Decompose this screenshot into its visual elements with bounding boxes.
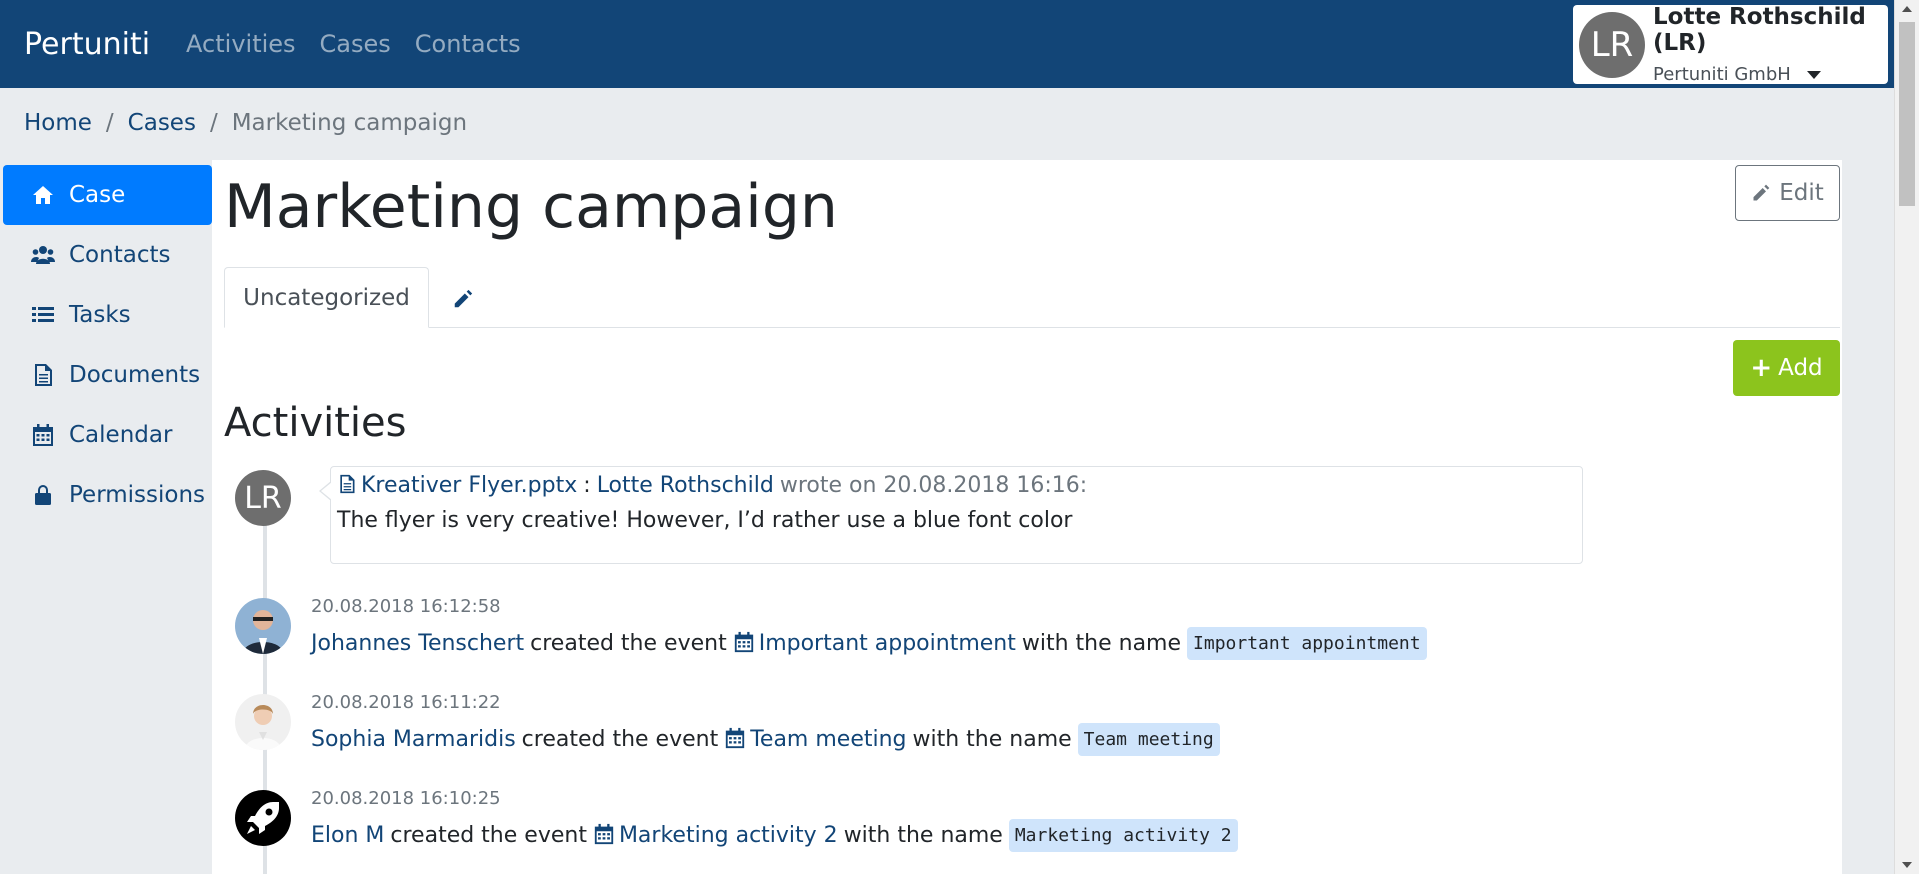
- nav-contacts[interactable]: Contacts: [415, 30, 521, 58]
- event-with-name: with the name: [1021, 631, 1182, 656]
- scroll-up-arrow-icon[interactable]: [1902, 6, 1912, 12]
- breadcrumb-home[interactable]: Home: [24, 110, 92, 136]
- comment-card: Kreativer Flyer.pptx : Lotte Rothschild …: [319, 466, 1583, 564]
- avatar: LR: [235, 470, 291, 526]
- sidebar-item-permissions[interactable]: Permissions: [3, 465, 212, 525]
- user-org: Pertuniti GmbH: [1653, 64, 1791, 85]
- sidebar-item-label: Case: [69, 182, 126, 208]
- sidebar-item-calendar[interactable]: Calendar: [3, 405, 212, 465]
- timeline-event: 20.08.2018 16:11:22 Sophia Marmaridis cr…: [311, 692, 1220, 756]
- event-link[interactable]: Important appointment: [759, 631, 1016, 656]
- avatar: [235, 694, 291, 750]
- event-with-name: with the name: [912, 727, 1072, 752]
- event-line: Johannes Tenschert created the event Imp…: [311, 627, 1427, 660]
- breadcrumb-separator: /: [209, 110, 218, 136]
- document-icon: [337, 473, 361, 498]
- timeline-event: 20.08.2018 16:12:58 Johannes Tenschert c…: [311, 596, 1427, 660]
- avatar: [235, 598, 291, 654]
- sidebar-item-tasks[interactable]: Tasks: [3, 285, 212, 345]
- tab-uncategorized[interactable]: Uncategorized: [224, 267, 429, 328]
- author-link[interactable]: Lotte Rothschild: [597, 473, 774, 498]
- event-line: Sophia Marmaridis created the event Team…: [311, 723, 1220, 756]
- event-name-tag: Team meeting: [1077, 723, 1220, 756]
- tab-bar: [224, 327, 1840, 328]
- sidebar-item-label: Tasks: [69, 302, 131, 328]
- user-name: Lotte Rothschild (LR): [1653, 4, 1866, 56]
- sidebar-item-label: Contacts: [69, 242, 171, 268]
- edit-button-label: Edit: [1779, 180, 1824, 206]
- event-action: created the event: [530, 631, 727, 656]
- page-title: Marketing campaign: [224, 172, 838, 242]
- user-avatar: LR: [1579, 11, 1645, 78]
- main-content: Marketing campaign Edit Uncategorized + …: [212, 160, 1842, 874]
- sidebar-item-contacts[interactable]: Contacts: [3, 225, 212, 285]
- lock-icon: [31, 483, 61, 507]
- activities-heading: Activities: [224, 400, 407, 446]
- actor-link[interactable]: Elon M: [311, 823, 384, 848]
- sidebar-item-case[interactable]: Case: [3, 165, 212, 225]
- add-button[interactable]: + Add: [1733, 340, 1840, 396]
- sidebar-item-label: Calendar: [69, 422, 173, 448]
- event-line: Elon M created the event Marketing activ…: [311, 819, 1238, 852]
- calendar-icon: [724, 727, 750, 752]
- event-link[interactable]: Marketing activity 2: [619, 823, 838, 848]
- calendar-icon: [593, 823, 619, 848]
- user-org-row: Pertuniti GmbH: [1653, 64, 1888, 85]
- plus-icon: +: [1750, 353, 1773, 383]
- breadcrumb: Home / Cases / Marketing campaign: [24, 110, 467, 136]
- home-icon: [31, 183, 61, 207]
- users-icon: [31, 243, 61, 267]
- sidebar-item-label: Permissions: [69, 482, 206, 508]
- file-link[interactable]: Kreativer Flyer.pptx: [361, 473, 577, 498]
- timeline-event: 20.08.2018 16:10:25 Elon M created the e…: [311, 788, 1238, 852]
- event-name-tag: Important appointment: [1187, 627, 1427, 660]
- user-menu[interactable]: LR Lotte Rothschild (LR) Pertuniti GmbH: [1573, 4, 1888, 85]
- edit-button[interactable]: Edit: [1735, 165, 1840, 221]
- breadcrumb-cases[interactable]: Cases: [128, 110, 196, 136]
- rocket-avatar-icon: [235, 790, 291, 846]
- scroll-thumb[interactable]: [1899, 22, 1915, 206]
- list-icon: [31, 303, 61, 327]
- edit-categories-pencil-icon[interactable]: [452, 288, 474, 314]
- actor-link[interactable]: Sophia Marmaridis: [311, 727, 516, 752]
- event-action: created the event: [521, 727, 719, 752]
- event-name-tag: Marketing activity 2: [1008, 819, 1238, 852]
- breadcrumb-separator: /: [105, 110, 114, 136]
- breadcrumb-current: Marketing campaign: [231, 110, 468, 136]
- comment-header: Kreativer Flyer.pptx : Lotte Rothschild …: [337, 473, 1576, 498]
- sidebar: Case Contacts Tasks Documents Calendar P…: [3, 165, 212, 525]
- comment-meta: wrote on 20.08.2018 16:16:: [779, 473, 1088, 498]
- actor-link[interactable]: Johannes Tenschert: [311, 631, 524, 656]
- page-scrollbar[interactable]: [1894, 0, 1919, 874]
- add-button-label: Add: [1778, 355, 1823, 381]
- event-action: created the event: [390, 823, 587, 848]
- pencil-icon: [1753, 184, 1770, 201]
- sidebar-item-documents[interactable]: Documents: [3, 345, 212, 405]
- scroll-down-arrow-icon[interactable]: [1902, 862, 1912, 868]
- comment-colon: :: [583, 473, 591, 498]
- event-with-name: with the name: [843, 823, 1003, 848]
- comment-body: The flyer is very creative! However, I’d…: [337, 508, 1073, 533]
- nav-cases[interactable]: Cases: [320, 30, 391, 58]
- nav-activities[interactable]: Activities: [186, 30, 296, 58]
- event-timestamp: 20.08.2018 16:11:22: [311, 692, 501, 713]
- calendar-icon: [733, 631, 759, 656]
- document-icon: [31, 363, 61, 387]
- sidebar-item-label: Documents: [69, 362, 201, 388]
- event-timestamp: 20.08.2018 16:10:25: [311, 788, 501, 809]
- calendar-icon: [31, 423, 61, 447]
- caret-down-icon[interactable]: [1806, 70, 1821, 79]
- brand-link[interactable]: Pertuniti: [24, 27, 150, 62]
- event-timestamp: 20.08.2018 16:12:58: [311, 596, 501, 617]
- event-link[interactable]: Team meeting: [750, 727, 906, 752]
- top-navbar: Pertuniti Activities Cases Contacts LR L…: [0, 0, 1894, 88]
